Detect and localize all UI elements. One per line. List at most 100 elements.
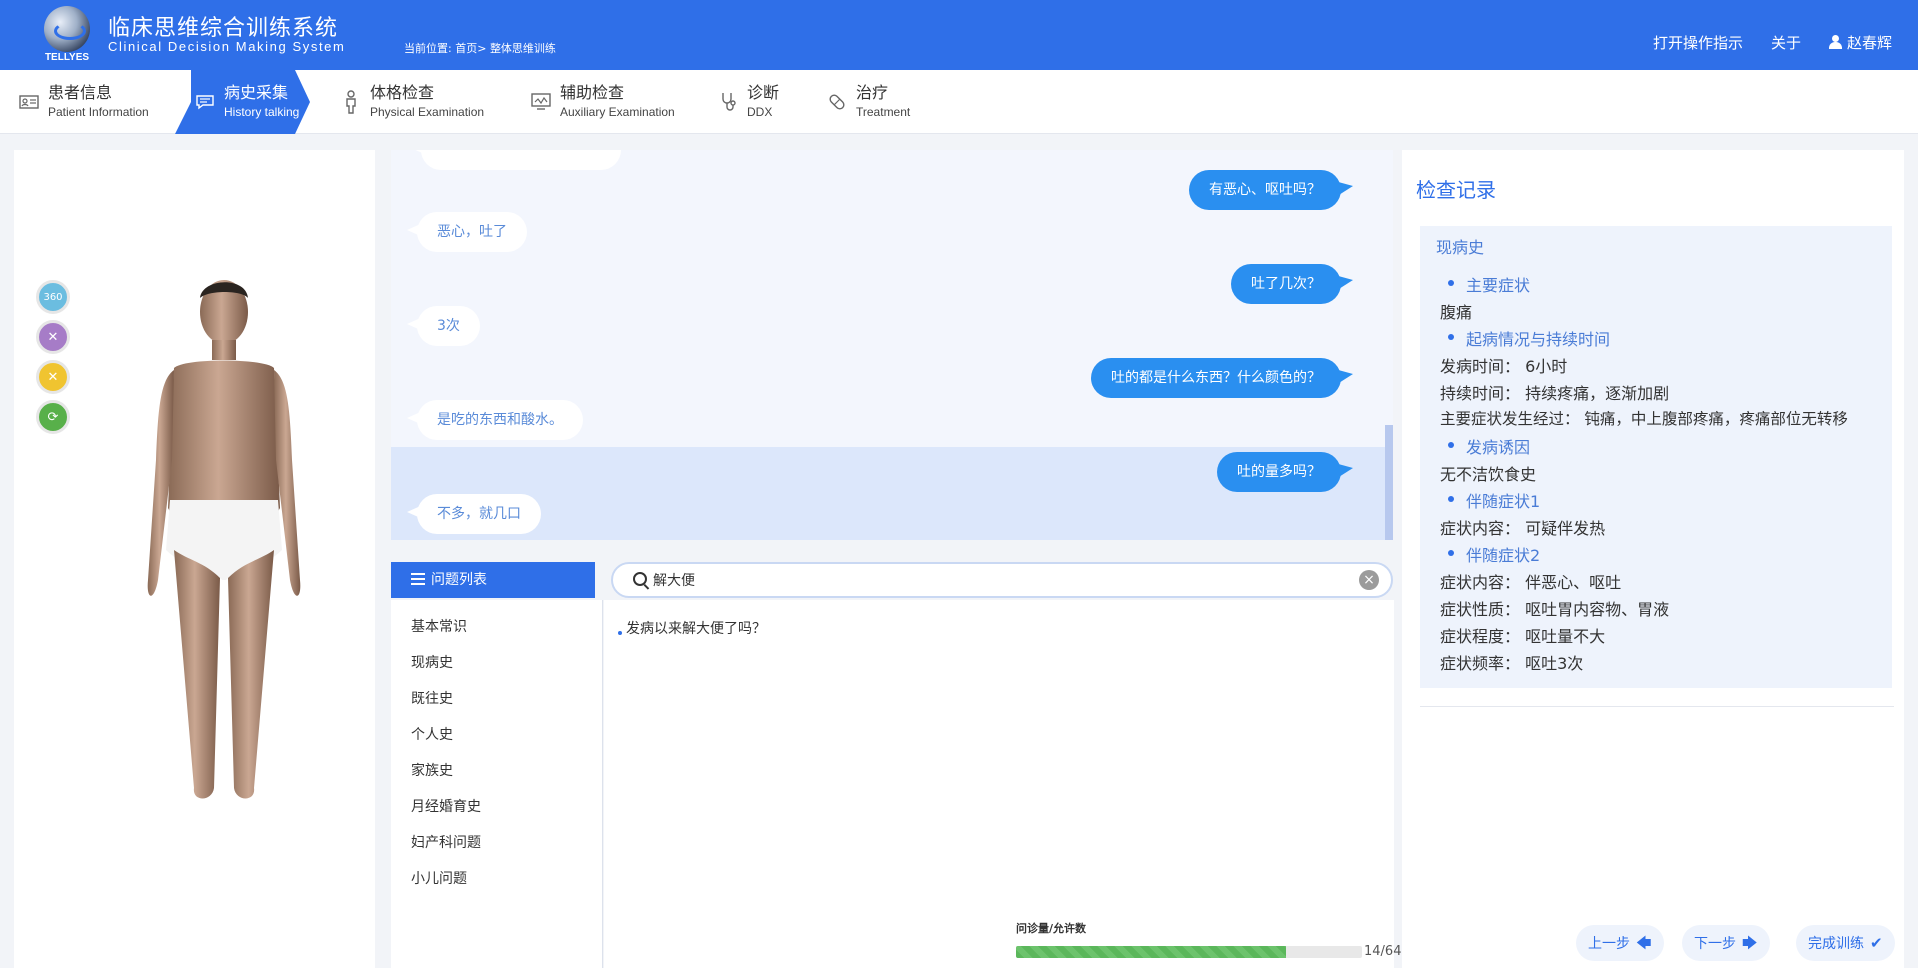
stethoscope-icon (717, 91, 739, 113)
question-categories: 基本常识 现病史 既往史 个人史 家族史 月经婚育史 妇产科问题 小儿问题 (391, 600, 603, 968)
progress-bar (1016, 946, 1362, 958)
chat-question-bubble: 吐的都是什么东西？什么颜色的？ (1091, 358, 1341, 398)
step-ddx[interactable]: 诊断 DDX (717, 70, 779, 134)
tellyes-logo: TELLYES (40, 4, 94, 64)
record-subsection: 伴随症状1 (1447, 488, 1540, 512)
breadcrumb-prefix: 当前位置: (404, 42, 452, 55)
step-treatment[interactable]: 治疗 Treatment (826, 70, 910, 134)
clear-icon[interactable]: × (1359, 570, 1379, 590)
step-label-en: Physical Examination (370, 105, 485, 119)
search-results: 发病以来解大便了吗？ (604, 600, 1394, 968)
record-divider (1420, 706, 1894, 707)
reset-icon[interactable]: ⟳ (36, 400, 70, 434)
expand-icon[interactable]: ✕ (36, 360, 70, 394)
step-label-cn: 体格检查 (370, 83, 435, 102)
chat-history[interactable]: 有恶心、呕吐吗？ 恶心，吐了 吐了几次？ 3次 吐的都是什么东西？什么颜色的？ … (391, 150, 1393, 540)
app-header: TELLYES 临床思维综合训练系统 Clinical Decision Mak… (0, 0, 1918, 70)
finish-training-label: 完成训练 (1808, 936, 1864, 952)
shrink-icon[interactable]: ✕ (36, 320, 70, 354)
next-step-label: 下一步 (1694, 936, 1736, 952)
step-label-cn: 治疗 (856, 83, 889, 102)
category-basic[interactable]: 基本常识 (411, 616, 467, 636)
step-patient-information[interactable]: 患者信息 Patient Information (18, 70, 149, 134)
question-list-title: 问题列表 (431, 572, 487, 588)
progress-count: 14/64 (1364, 944, 1402, 959)
record-subsection: 起病情况与持续时间 (1447, 326, 1610, 350)
search-icon (633, 572, 647, 586)
step-navigation: 患者信息 Patient Information 病史采集 History talk… (0, 70, 1918, 134)
user-menu[interactable]: 赵春辉 (1828, 32, 1892, 53)
record-title: 检查记录 (1416, 178, 1496, 202)
category-menstrual-history[interactable]: 月经婚育史 (411, 796, 481, 816)
breadcrumb: 当前位置: 首页> 整体思维训练 (404, 40, 556, 56)
check-icon: ✔ (1870, 934, 1883, 952)
record-section-title: 现病史 (1436, 238, 1485, 257)
record-value: 无不洁饮食史 (1440, 465, 1537, 484)
rotate-360-icon[interactable]: 360 (36, 280, 70, 314)
globe-logo-icon (44, 6, 90, 52)
prev-step-label: 上一步 (1588, 936, 1630, 952)
chat-question-bubble: 吐的量多吗？ (1217, 452, 1341, 492)
human-body-model[interactable] (134, 270, 314, 820)
search-result-item[interactable]: 发病以来解大便了吗？ (618, 618, 766, 638)
progress-fill (1016, 946, 1287, 958)
arrow-left-icon: 🡄 (1636, 934, 1652, 952)
pill-icon (826, 91, 848, 113)
question-list-header: 问题列表 (391, 562, 595, 598)
question-search: × (611, 562, 1393, 598)
category-gynecology[interactable]: 妇产科问题 (411, 832, 481, 852)
search-input[interactable] (653, 568, 1333, 592)
list-icon (411, 573, 425, 585)
record-value: 症状性质： 呕吐胃内容物、胃液 (1440, 600, 1670, 619)
chat-answer-bubble: 恶心，吐了 (407, 212, 527, 252)
record-box: 现病史 主要症状 腹痛 起病情况与持续时间 发病时间： 6小时 持续时间： 持续… (1420, 226, 1892, 688)
monitor-icon (530, 91, 552, 113)
chat-answer-bubble: 是吃的东西和酸水。 (407, 400, 583, 440)
category-present-illness[interactable]: 现病史 (411, 652, 453, 672)
header-actions: 打开操作指示 关于 赵春辉 (1653, 32, 1892, 53)
person-icon (340, 90, 362, 114)
record-subsection: 主要症状 (1447, 272, 1530, 296)
arrow-right-icon: 🡆 (1742, 934, 1758, 952)
record-value: 症状频率： 呕吐3次 (1440, 654, 1584, 673)
about-link[interactable]: 关于 (1771, 32, 1801, 53)
next-step-button[interactable]: 下一步 🡆 (1682, 925, 1770, 961)
exam-record-panel: 检查记录 现病史 主要症状 腹痛 起病情况与持续时间 发病时间： 6小时 持续时… (1402, 150, 1904, 968)
step-auxiliary-examination[interactable]: 辅助检查 Auxiliary Examination (530, 70, 675, 134)
step-label-en: DDX (747, 105, 773, 119)
step-label-cn: 患者信息 (48, 83, 113, 102)
record-value: 症状内容： 可疑伴发热 (1440, 519, 1606, 538)
chat-answer-bubble-partial (411, 150, 621, 170)
step-label-cn: 辅助检查 (560, 83, 625, 102)
step-label-cn: 病史采集 (224, 83, 289, 102)
guide-link[interactable]: 打开操作指示 (1653, 32, 1743, 53)
step-history-talking[interactable]: 病史采集 History talking (194, 70, 299, 134)
step-physical-examination[interactable]: 体格检查 Physical Examination (340, 70, 484, 134)
chat-question-bubble: 有恶心、呕吐吗？ (1189, 170, 1341, 210)
category-pediatrics[interactable]: 小儿问题 (411, 868, 467, 888)
chat-answer-bubble: 3次 (407, 306, 480, 346)
system-subtitle: Clinical Decision Making System (108, 39, 346, 54)
breadcrumb-home[interactable]: 首页> (455, 42, 486, 55)
record-subsection: 伴随症状2 (1447, 542, 1540, 566)
chat-answer-bubble: 不多，就几口 (407, 494, 541, 534)
user-icon (1828, 35, 1842, 49)
user-name: 赵春辉 (1846, 34, 1892, 52)
finish-training-button[interactable]: 完成训练 ✔ (1796, 925, 1895, 961)
step-label-en: History talking (224, 105, 300, 119)
body-model-panel: 360 ✕ ✕ ⟳ (14, 150, 375, 968)
step-label-en: Auxiliary Examination (560, 105, 675, 119)
category-family-history[interactable]: 家族史 (411, 760, 453, 780)
id-card-icon (18, 91, 40, 113)
system-title: 临床思维综合训练系统 (108, 16, 339, 41)
breadcrumb-current: 整体思维训练 (489, 42, 556, 55)
chat-scrollbar[interactable] (1385, 425, 1393, 540)
step-label-en: Patient Information (48, 105, 149, 119)
prev-step-button[interactable]: 上一步 🡄 (1576, 925, 1664, 961)
record-value: 症状内容： 伴恶心、呕吐 (1440, 573, 1622, 592)
step-label-en: Treatment (856, 105, 911, 119)
record-value: 发病时间： 6小时 (1440, 357, 1568, 376)
record-subsection: 发病诱因 (1447, 434, 1530, 458)
category-past-history[interactable]: 既往史 (411, 688, 453, 708)
category-personal-history[interactable]: 个人史 (411, 724, 453, 744)
